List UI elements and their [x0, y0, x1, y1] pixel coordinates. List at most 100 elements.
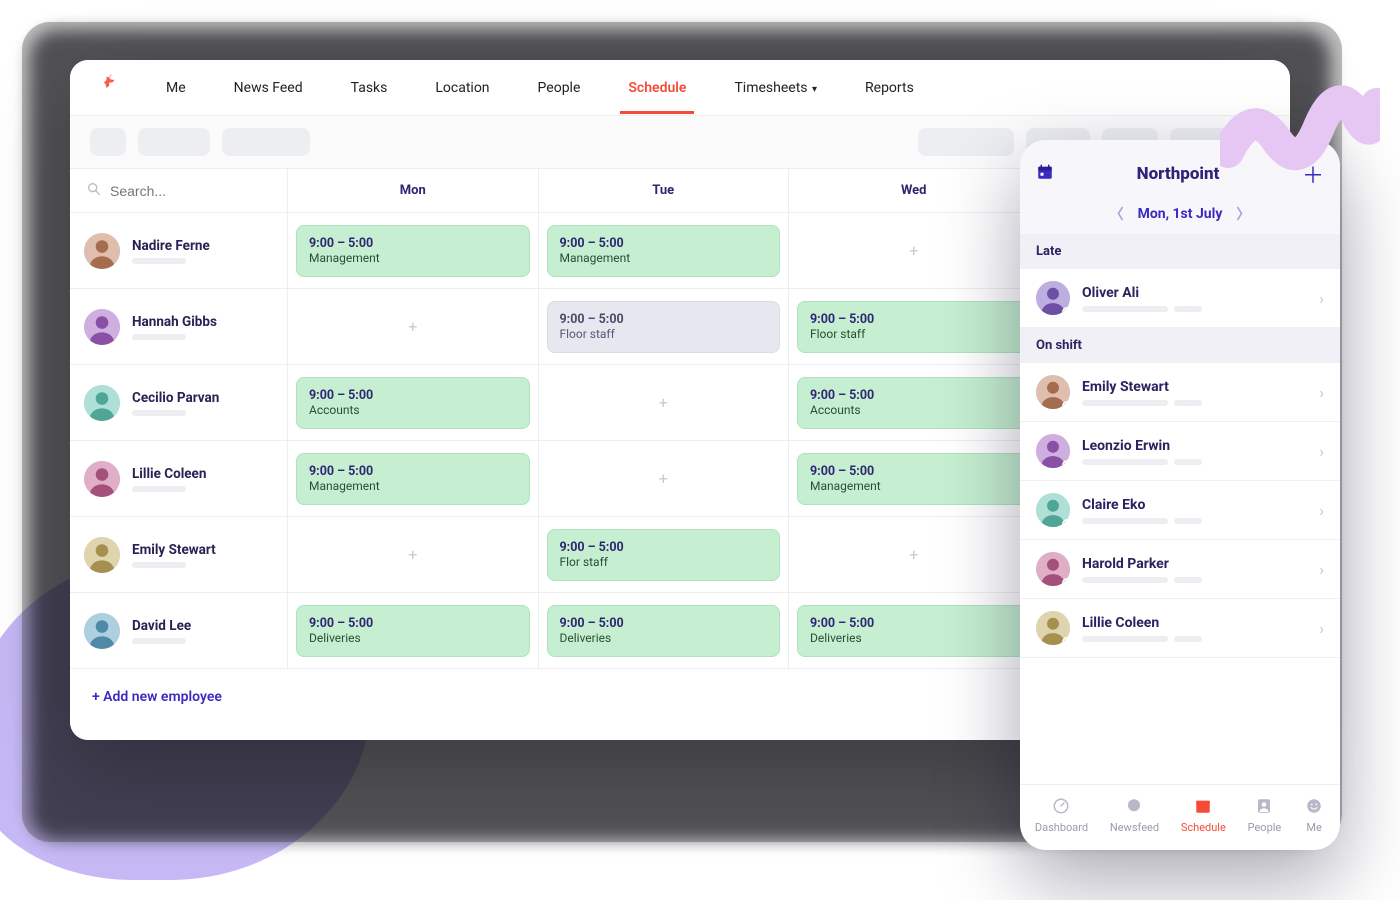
- employee-meta-placeholder: [132, 258, 186, 264]
- schedule-cell[interactable]: 9:00 – 5:00 Accounts: [288, 365, 539, 441]
- shift-block[interactable]: 9:00 – 5:00 Deliveries: [547, 605, 781, 657]
- add-shift-icon[interactable]: +: [909, 545, 918, 564]
- mobile-person-row[interactable]: Lillie Coleen ›: [1020, 599, 1340, 658]
- chevron-left-icon[interactable]: 〈: [1110, 204, 1124, 224]
- schedule-cell[interactable]: 9:00 – 5:00 Management: [789, 441, 1040, 517]
- shift-block[interactable]: 9:00 – 5:00 Management: [547, 225, 781, 277]
- gauge-icon: [1050, 795, 1072, 817]
- nav-schedule[interactable]: Schedule: [626, 62, 688, 114]
- employee-cell[interactable]: Emily Stewart: [70, 517, 288, 593]
- mobile-person-row[interactable]: Emily Stewart ›: [1020, 363, 1340, 422]
- chevron-right-icon: ›: [1319, 560, 1324, 579]
- nav-tasks[interactable]: Tasks: [349, 62, 390, 114]
- mobile-person-row[interactable]: Claire Eko ›: [1020, 481, 1340, 540]
- schedule-cell[interactable]: 9:00 – 5:00 Floor staff: [789, 289, 1040, 365]
- status-dot-icon: [1062, 519, 1070, 527]
- employee-cell[interactable]: David Lee: [70, 593, 288, 669]
- shift-time: 9:00 – 5:00: [309, 464, 517, 479]
- mobile-tab-me[interactable]: Me: [1303, 795, 1325, 834]
- employee-cell[interactable]: Hannah Gibbs: [70, 289, 288, 365]
- status-dot-icon: [1062, 578, 1070, 586]
- schedule-cell[interactable]: 9:00 – 5:00 Deliveries: [288, 593, 539, 669]
- shift-block[interactable]: 9:00 – 5:00 Management: [797, 453, 1031, 505]
- shift-block[interactable]: 9:00 – 5:00 Floor staff: [797, 301, 1031, 353]
- nav-newsfeed[interactable]: News Feed: [232, 62, 305, 114]
- shift-role: Management: [810, 479, 1018, 493]
- nav-location[interactable]: Location: [433, 62, 491, 114]
- nav-reports[interactable]: Reports: [863, 62, 916, 114]
- schedule-cell[interactable]: +: [789, 517, 1040, 593]
- nav-me[interactable]: Me: [164, 62, 188, 114]
- mobile-person-row[interactable]: Leonzio Erwin ›: [1020, 422, 1340, 481]
- employee-name: Cecilio Parvan: [132, 390, 219, 406]
- add-shift-icon[interactable]: +: [408, 317, 417, 336]
- search-icon: [86, 181, 102, 201]
- nav-timesheets[interactable]: Timesheets ▾: [732, 62, 819, 114]
- avatar: [84, 309, 120, 345]
- mobile-tab-dashboard[interactable]: Dashboard: [1035, 795, 1088, 834]
- schedule-cell[interactable]: +: [539, 441, 790, 517]
- mobile-date-label[interactable]: Mon, 1st July: [1138, 206, 1223, 222]
- shift-block[interactable]: 9:00 – 5:00 Management: [296, 453, 530, 505]
- chevron-right-icon: ›: [1319, 501, 1324, 520]
- employee-cell[interactable]: Cecilio Parvan: [70, 365, 288, 441]
- add-shift-icon[interactable]: +: [659, 393, 668, 412]
- shift-time: 9:00 – 5:00: [309, 388, 517, 403]
- toolbar-placeholder: [138, 128, 210, 156]
- employee-name: Hannah Gibbs: [132, 314, 217, 330]
- mobile-tab-newsfeed[interactable]: Newsfeed: [1110, 795, 1159, 834]
- schedule-cell[interactable]: +: [789, 213, 1040, 289]
- app-logo-icon: [98, 74, 120, 102]
- chevron-right-icon: ›: [1319, 619, 1324, 638]
- shift-role: Management: [309, 479, 517, 493]
- mobile-person-row[interactable]: Oliver Ali ›: [1020, 269, 1340, 328]
- schedule-cell[interactable]: 9:00 – 5:00 Flor staff: [539, 517, 790, 593]
- nav-people[interactable]: People: [536, 62, 583, 114]
- employee-cell[interactable]: Lillie Coleen: [70, 441, 288, 517]
- shift-role: Management: [309, 251, 517, 265]
- shift-time: 9:00 – 5:00: [560, 236, 768, 251]
- mobile-tab-schedule[interactable]: Schedule: [1181, 795, 1226, 834]
- schedule-cell[interactable]: 9:00 – 5:00 Management: [288, 441, 539, 517]
- shift-time: 9:00 – 5:00: [560, 312, 768, 327]
- shift-time: 9:00 – 5:00: [810, 388, 1018, 403]
- schedule-cell[interactable]: 9:00 – 5:00 Accounts: [789, 365, 1040, 441]
- shift-block[interactable]: 9:00 – 5:00 Management: [296, 225, 530, 277]
- schedule-cell[interactable]: 9:00 – 5:00 Management: [539, 213, 790, 289]
- chevron-right-icon[interactable]: 〉: [1236, 204, 1250, 224]
- mobile-section-onshift: On shift: [1020, 328, 1340, 363]
- shift-block[interactable]: 9:00 – 5:00 Deliveries: [296, 605, 530, 657]
- shift-time: 9:00 – 5:00: [560, 616, 768, 631]
- shift-role: Deliveries: [810, 631, 1018, 645]
- schedule-cell[interactable]: 9:00 – 5:00 Deliveries: [789, 593, 1040, 669]
- add-shift-icon[interactable]: +: [659, 469, 668, 488]
- employee-cell[interactable]: Nadire Ferne: [70, 213, 288, 289]
- status-dot-icon: [1062, 637, 1070, 645]
- shift-role: Floor staff: [560, 327, 768, 341]
- shift-block[interactable]: 9:00 – 5:00 Flor staff: [547, 529, 781, 581]
- schedule-cell[interactable]: +: [288, 289, 539, 365]
- toolbar-placeholder: [918, 128, 1014, 156]
- schedule-cell[interactable]: 9:00 – 5:00 Management: [288, 213, 539, 289]
- shift-block[interactable]: 9:00 – 5:00 Floor staff: [547, 301, 781, 353]
- search-input[interactable]: [110, 183, 271, 199]
- shift-time: 9:00 – 5:00: [560, 540, 768, 555]
- shift-block[interactable]: 9:00 – 5:00 Deliveries: [797, 605, 1031, 657]
- calendar-icon[interactable]: [1036, 163, 1054, 186]
- top-nav: Me News Feed Tasks Location People Sched…: [70, 60, 1290, 116]
- add-shift-icon[interactable]: +: [909, 241, 918, 260]
- status-dot-icon: [1062, 401, 1070, 409]
- mobile-person-row[interactable]: Harold Parker ›: [1020, 540, 1340, 599]
- mobile-tab-people[interactable]: People: [1248, 795, 1282, 834]
- employee-name: Emily Stewart: [132, 542, 216, 558]
- employee-name: Nadire Ferne: [132, 238, 210, 254]
- add-shift-icon[interactable]: +: [408, 545, 417, 564]
- shift-block[interactable]: 9:00 – 5:00 Accounts: [296, 377, 530, 429]
- shift-block[interactable]: 9:00 – 5:00 Accounts: [797, 377, 1031, 429]
- employee-meta-placeholder: [132, 486, 186, 492]
- shift-time: 9:00 – 5:00: [810, 464, 1018, 479]
- schedule-cell[interactable]: 9:00 – 5:00 Floor staff: [539, 289, 790, 365]
- schedule-cell[interactable]: +: [539, 365, 790, 441]
- schedule-cell[interactable]: +: [288, 517, 539, 593]
- schedule-cell[interactable]: 9:00 – 5:00 Deliveries: [539, 593, 790, 669]
